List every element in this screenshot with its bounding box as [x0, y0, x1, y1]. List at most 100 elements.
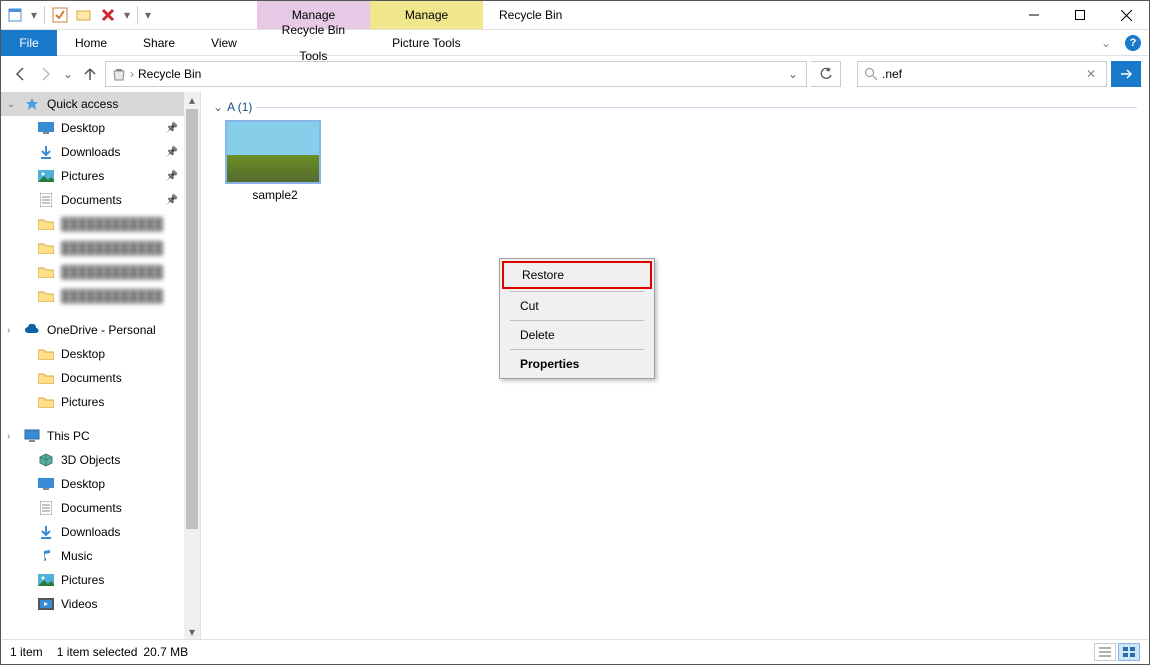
- pc-icon: [23, 428, 41, 444]
- sidebar-qa-blurred-folder-3[interactable]: ████████████: [1, 260, 200, 284]
- chevron-down-icon[interactable]: ⌄: [213, 100, 223, 114]
- qat-delete-icon[interactable]: [97, 4, 119, 26]
- sidebar-pc-videos[interactable]: Videos: [1, 592, 200, 616]
- nav-item-label: Downloads: [61, 145, 120, 159]
- sidebar-quick-access[interactable]: ⌄ Quick access: [1, 92, 200, 116]
- sidebar-onedrive[interactable]: › OneDrive - Personal: [1, 318, 200, 342]
- documents-icon: [37, 500, 55, 516]
- sidebar-qa-downloads[interactable]: Downloads📌: [1, 140, 200, 164]
- minimize-button[interactable]: [1011, 1, 1057, 29]
- context-properties[interactable]: Properties: [502, 352, 652, 376]
- file-item[interactable]: sample2: [225, 120, 325, 202]
- qat-customize-icon[interactable]: ▾: [142, 4, 154, 26]
- sidebar-qa-pictures[interactable]: Pictures 📌: [1, 164, 200, 188]
- qat-dropdown2-icon[interactable]: ▾: [121, 4, 133, 26]
- address-bar[interactable]: › Recycle Bin ⌄: [105, 61, 807, 87]
- scroll-up-icon[interactable]: ▴: [184, 92, 200, 108]
- group-divider: [256, 107, 1137, 108]
- sidebar-onedrive-desktop[interactable]: Desktop: [1, 342, 200, 366]
- view-thumbnails-button[interactable]: [1118, 643, 1140, 661]
- nav-item-label: Pictures: [61, 169, 104, 183]
- refresh-button[interactable]: [811, 61, 841, 87]
- nav-up-icon[interactable]: [79, 63, 101, 85]
- context-tab-picture[interactable]: Manage: [370, 1, 483, 29]
- pictures-icon: [37, 572, 55, 588]
- sidebar-pc-desktop[interactable]: Desktop: [1, 472, 200, 496]
- 3d-icon: [37, 452, 55, 468]
- sidebar-qa-blurred-folder-2[interactable]: ████████████: [1, 236, 200, 260]
- group-label: A (1): [227, 100, 252, 114]
- qat-newfolder-icon[interactable]: [73, 4, 95, 26]
- context-restore[interactable]: Restore: [502, 261, 652, 289]
- collapse-ribbon-icon[interactable]: ⌄: [1095, 36, 1117, 50]
- chevron-right-icon[interactable]: ›: [7, 325, 10, 336]
- nav-item-label: Desktop: [61, 477, 105, 491]
- sidebar-pc-documents[interactable]: Documents: [1, 496, 200, 520]
- this-pc-label: This PC: [47, 429, 90, 443]
- chevron-down-icon[interactable]: ⌄: [7, 99, 15, 110]
- sidebar-qa-blurred-folder-4[interactable]: ████████████: [1, 284, 200, 308]
- status-selected: 1 item selected: [57, 645, 138, 659]
- context-cut[interactable]: Cut: [502, 294, 652, 318]
- nav-item-label: 3D Objects: [61, 453, 120, 467]
- breadcrumb-recyclebin[interactable]: Recycle Bin: [134, 67, 205, 81]
- cloud-icon: [23, 322, 41, 338]
- videos-icon: [37, 596, 55, 612]
- menu-separator: [510, 291, 644, 292]
- menu-separator: [510, 320, 644, 321]
- address-dropdown-icon[interactable]: ⌄: [784, 67, 802, 81]
- window-buttons: [1011, 1, 1149, 29]
- sidebar-scrollbar[interactable]: ▴ ▾: [184, 92, 200, 640]
- scroll-thumb[interactable]: [186, 109, 198, 529]
- scroll-down-icon[interactable]: ▾: [184, 624, 200, 640]
- close-button[interactable]: [1103, 1, 1149, 29]
- sidebar-qa-documents[interactable]: Documents📌: [1, 188, 200, 212]
- sidebar-pc-3d-objects[interactable]: 3D Objects: [1, 448, 200, 472]
- qat-check-icon[interactable]: [49, 4, 71, 26]
- sidebar-pc-music[interactable]: Music: [1, 544, 200, 568]
- nav-item-label: Desktop: [61, 121, 105, 135]
- sidebar-pc-pictures[interactable]: Pictures: [1, 568, 200, 592]
- pin-icon: 📌: [166, 171, 178, 182]
- search-input[interactable]: [882, 67, 1082, 81]
- view-details-button[interactable]: [1094, 643, 1116, 661]
- folder-icon: [37, 346, 55, 362]
- tab-view[interactable]: View: [193, 30, 255, 56]
- qat-properties-icon[interactable]: [4, 4, 26, 26]
- qat-dropdown-icon[interactable]: ▾: [28, 4, 40, 26]
- help-icon[interactable]: ?: [1125, 35, 1141, 51]
- folder-icon: [37, 216, 55, 232]
- maximize-button[interactable]: [1057, 1, 1103, 29]
- search-icon: [864, 67, 878, 81]
- file-tab[interactable]: File: [1, 30, 57, 56]
- context-delete[interactable]: Delete: [502, 323, 652, 347]
- chevron-right-icon[interactable]: ›: [7, 431, 10, 442]
- tab-picture-tools[interactable]: Picture Tools: [370, 30, 483, 56]
- nav-recent-icon[interactable]: ⌄: [61, 63, 75, 85]
- sidebar-this-pc[interactable]: › This PC: [1, 424, 200, 448]
- ribbon-tabs: File Home Share View Recycle Bin Tools P…: [1, 30, 1149, 56]
- sidebar-onedrive-pictures[interactable]: Pictures: [1, 390, 200, 414]
- nav-item-label: Desktop: [61, 347, 105, 361]
- folder-icon: [37, 394, 55, 410]
- nav-back-icon[interactable]: [9, 63, 31, 85]
- tab-share[interactable]: Share: [125, 30, 193, 56]
- quick-access-label: Quick access: [47, 97, 118, 111]
- navigation-row: ⌄ › Recycle Bin ⌄ ✕: [1, 56, 1149, 92]
- sidebar-qa-blurred-folder-1[interactable]: ████████████: [1, 212, 200, 236]
- nav-forward-icon[interactable]: [35, 63, 57, 85]
- group-header[interactable]: ⌄ A (1): [213, 100, 1137, 114]
- search-box[interactable]: ✕: [857, 61, 1107, 87]
- sidebar-qa-desktop[interactable]: Desktop📌: [1, 116, 200, 140]
- folder-icon: [37, 264, 55, 280]
- nav-item-label: ████████████: [61, 265, 163, 279]
- status-size: 20.7 MB: [143, 645, 188, 659]
- pin-icon: 📌: [166, 195, 178, 206]
- search-go-button[interactable]: [1111, 61, 1141, 87]
- clear-search-icon[interactable]: ✕: [1082, 67, 1100, 81]
- tab-home[interactable]: Home: [57, 30, 125, 56]
- sidebar-onedrive-documents[interactable]: Documents: [1, 366, 200, 390]
- sidebar-pc-downloads[interactable]: Downloads: [1, 520, 200, 544]
- nav-item-label: Videos: [61, 597, 97, 611]
- separator: [137, 6, 138, 24]
